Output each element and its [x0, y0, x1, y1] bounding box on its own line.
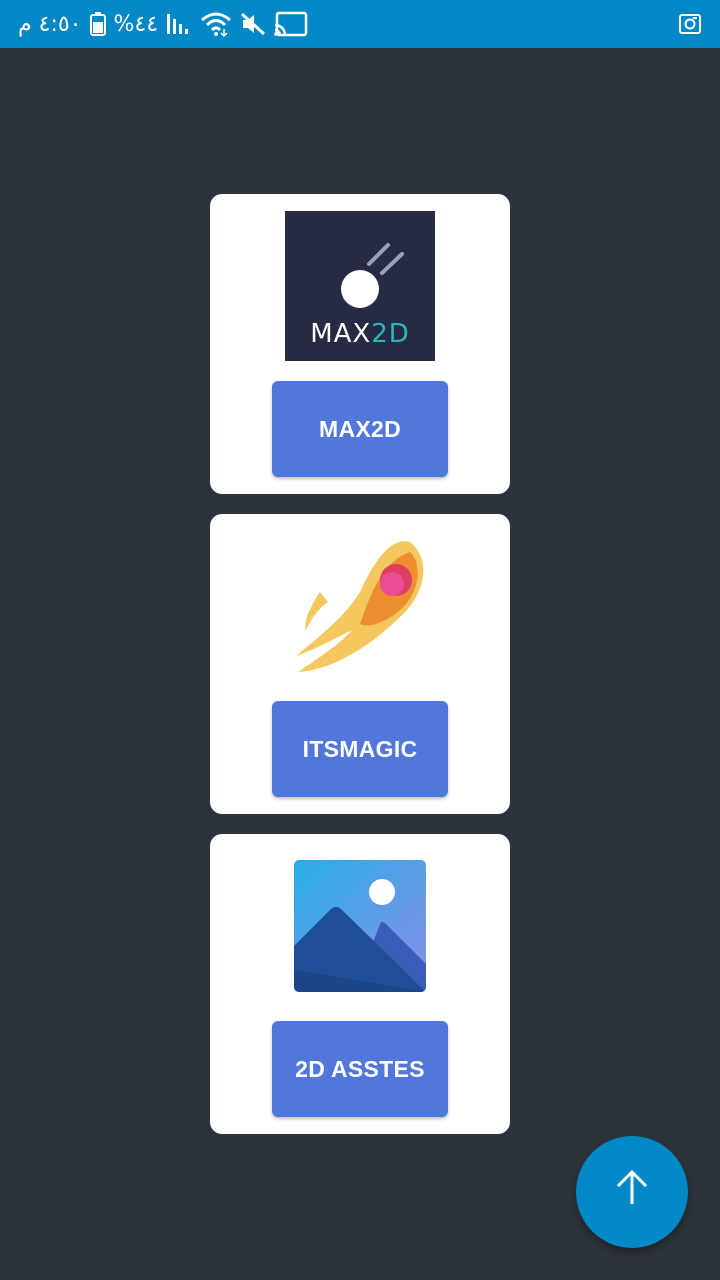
- status-time: ٤:٥٠ م: [18, 11, 82, 37]
- battery-percent: %٤٤: [113, 11, 159, 37]
- max2d-logo-icon: MAX2D: [285, 211, 435, 361]
- signal-icon: [166, 12, 192, 36]
- image-placeholder-icon: [294, 860, 426, 992]
- max2d-logo-text: MAX2D: [310, 319, 410, 349]
- itsmagic-comet-icon: [290, 532, 430, 677]
- wifi-icon: [200, 11, 232, 37]
- mute-icon: [240, 12, 266, 36]
- arrow-up-icon: [616, 1169, 648, 1204]
- itsmagic-button[interactable]: ITSMAGIC: [272, 701, 448, 797]
- scroll-to-top-button[interactable]: [576, 1136, 688, 1248]
- screenshot-icon: [678, 12, 702, 36]
- 2d-assets-button[interactable]: 2D ASSTES: [272, 1021, 448, 1117]
- battery-icon: [89, 12, 106, 36]
- status-bar: ٤:٥٠ م %٤٤: [0, 0, 720, 48]
- status-indicators: ٤:٥٠ م %٤٤: [18, 8, 308, 40]
- card-itsmagic: ITSMAGIC: [210, 514, 510, 814]
- cast-icon: [274, 11, 308, 37]
- card-2d-assets: 2D ASSTES: [210, 834, 510, 1134]
- card-max2d: MAX2D MAX2D: [210, 194, 510, 494]
- max2d-button[interactable]: MAX2D: [272, 381, 448, 477]
